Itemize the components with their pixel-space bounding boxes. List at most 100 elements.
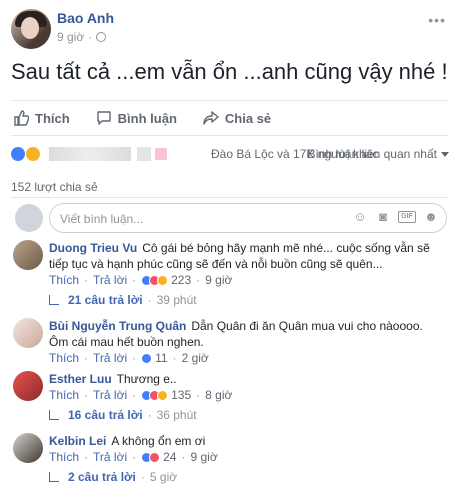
reply-arrow-icon	[49, 472, 59, 482]
author-name[interactable]: Bao Anh	[57, 10, 114, 26]
comment-meta: Thích · Trả lời · 223 · 9 giờ	[49, 273, 232, 287]
redacted-reaction-block	[49, 147, 131, 161]
reaction-count: 24	[163, 450, 177, 464]
avatar-face	[21, 17, 39, 39]
comment-composer: Viết bình luận... ☺ ◙ GIF ☻	[11, 202, 449, 236]
replies-time: 36 phút	[156, 408, 197, 422]
post-header: Bao Anh 9 giờ · •••	[0, 0, 460, 50]
sad-reaction-icon	[157, 389, 169, 401]
reaction-count: 11	[155, 351, 168, 365]
commenter-name[interactable]: Bùi Nguyễn Trung Quân	[49, 319, 186, 333]
commenter-name[interactable]: Esther Luu	[49, 372, 112, 386]
globe-icon	[96, 32, 107, 42]
comment-label: Bình luận	[117, 110, 177, 126]
share-label: Chia sẻ	[224, 110, 272, 126]
composer-avatar	[15, 204, 43, 232]
comment-time[interactable]: 9 giờ	[190, 450, 217, 464]
separator: ·	[132, 450, 137, 464]
separator: ·	[181, 450, 186, 464]
replies-count: 2 câu trả lời	[68, 470, 136, 484]
reaction-count: 223	[171, 273, 192, 287]
action-bar: Thích Bình luận Chia sẻ	[11, 100, 449, 136]
replies-time: 5 giờ	[149, 470, 178, 484]
comment-reactions[interactable]: 11	[141, 351, 168, 365]
separator: ·	[84, 351, 89, 365]
gif-icon[interactable]: GIF	[398, 211, 416, 223]
commenter-avatar[interactable]	[13, 371, 43, 401]
comment-reply-link[interactable]: Trả lời	[93, 450, 127, 464]
reactions-summary[interactable]: Đào Bá Lộc và 17K người khác Bình luận l…	[11, 143, 449, 165]
post-text: Sau tất cả ...em vẫn ổn ...anh cũng vậy …	[11, 59, 448, 84]
sticker-icon[interactable]: ☻	[423, 209, 439, 225]
separator: ·	[196, 273, 201, 287]
separator: ·	[84, 450, 89, 464]
comment-body: Esther Luu Thương e..	[49, 371, 445, 387]
commenter-avatar[interactable]	[13, 318, 43, 348]
like-label: Thích	[35, 110, 70, 126]
redacted-reaction-block-2	[137, 147, 151, 161]
comment-replies[interactable]: 16 câu trả lời · 36 phút	[49, 408, 197, 422]
replies-time: 39 phút	[156, 293, 197, 307]
comment-like-link[interactable]: Thích	[49, 450, 79, 464]
comment-reply-link[interactable]: Trả lời	[93, 273, 127, 287]
post-time[interactable]: 9 giờ	[57, 30, 84, 44]
reply-arrow-icon	[49, 295, 59, 305]
comment-time[interactable]: 2 giờ	[182, 351, 209, 365]
shares-count[interactable]: 152 lượt chia sẻ	[11, 172, 449, 198]
comment-body: Bùi Nguyễn Trung Quân Dẫn Quân đi ăn Quân…	[49, 318, 445, 350]
redacted-reaction-block-3	[155, 148, 167, 160]
thumbs-up-icon	[14, 110, 29, 126]
separator: ·	[84, 388, 89, 402]
replies-count: 16 câu trả lời	[68, 408, 143, 422]
reply-arrow-icon	[49, 410, 59, 420]
comment-sort-dropdown[interactable]: Bình luận liên quan nhất	[308, 147, 449, 161]
comment-meta: Thích · Trả lời · 135 · 8 giờ	[49, 388, 232, 402]
comment-text: Thương e..	[116, 372, 177, 386]
love-reaction-icon	[149, 451, 161, 463]
comment-body: Duong Trieu Vu Cô gái bé bỏng hãy mạnh mẽ…	[49, 240, 445, 272]
meta-separator: ·	[88, 30, 93, 44]
sort-label: Bình luận liên quan nhất	[307, 147, 437, 161]
comment-replies[interactable]: 2 câu trả lời · 5 giờ	[49, 470, 177, 484]
comment-time[interactable]: 8 giờ	[205, 388, 232, 402]
comment-like-link[interactable]: Thích	[49, 351, 79, 365]
comment-reactions[interactable]: 135	[141, 388, 191, 402]
comment-button[interactable]: Bình luận	[96, 110, 177, 126]
separator: ·	[132, 351, 137, 365]
emoji-icon[interactable]: ☺	[352, 209, 368, 225]
separator: ·	[132, 388, 137, 402]
author-avatar[interactable]	[11, 9, 51, 49]
separator: ·	[196, 388, 201, 402]
haha-reaction-icon	[157, 274, 169, 286]
separator: ·	[147, 408, 152, 422]
comment-meta: Thích · Trả lời · 11 · 2 giờ	[49, 351, 209, 365]
like-reaction-icon	[141, 352, 153, 364]
comment-reactions[interactable]: 24	[141, 450, 176, 464]
comment-time[interactable]: 9 giờ	[205, 273, 232, 287]
composer-icons: ☺ ◙ GIF ☻	[352, 209, 439, 225]
comment-replies[interactable]: 21 câu trả lời · 39 phút	[49, 293, 197, 307]
comment-body: Kelbin Lei A không ổn em ơi	[49, 433, 445, 449]
camera-icon[interactable]: ◙	[375, 209, 391, 225]
comment-reply-link[interactable]: Trả lời	[93, 388, 127, 402]
share-button[interactable]: Chia sẻ	[203, 110, 271, 126]
share-icon	[203, 111, 219, 125]
comment-reactions[interactable]: 223	[141, 273, 191, 287]
commenter-name[interactable]: Duong Trieu Vu	[49, 241, 137, 255]
commenter-name[interactable]: Kelbin Lei	[49, 434, 106, 448]
replies-count: 21 câu trả lời	[68, 293, 143, 307]
separator: ·	[84, 273, 89, 287]
comment-icon	[96, 111, 111, 125]
chevron-down-icon	[441, 151, 449, 157]
more-options-icon[interactable]: •••	[428, 12, 446, 28]
comment-like-link[interactable]: Thích	[49, 273, 79, 287]
like-button[interactable]: Thích	[13, 110, 70, 126]
like-reaction-icon	[11, 147, 25, 161]
separator: ·	[172, 351, 177, 365]
sad-reaction-icon	[26, 147, 40, 161]
commenter-avatar[interactable]	[13, 240, 43, 270]
comment-like-link[interactable]: Thích	[49, 388, 79, 402]
comment-reply-link[interactable]: Trả lời	[93, 351, 127, 365]
post-meta: 9 giờ ·	[57, 30, 107, 44]
commenter-avatar[interactable]	[13, 433, 43, 463]
